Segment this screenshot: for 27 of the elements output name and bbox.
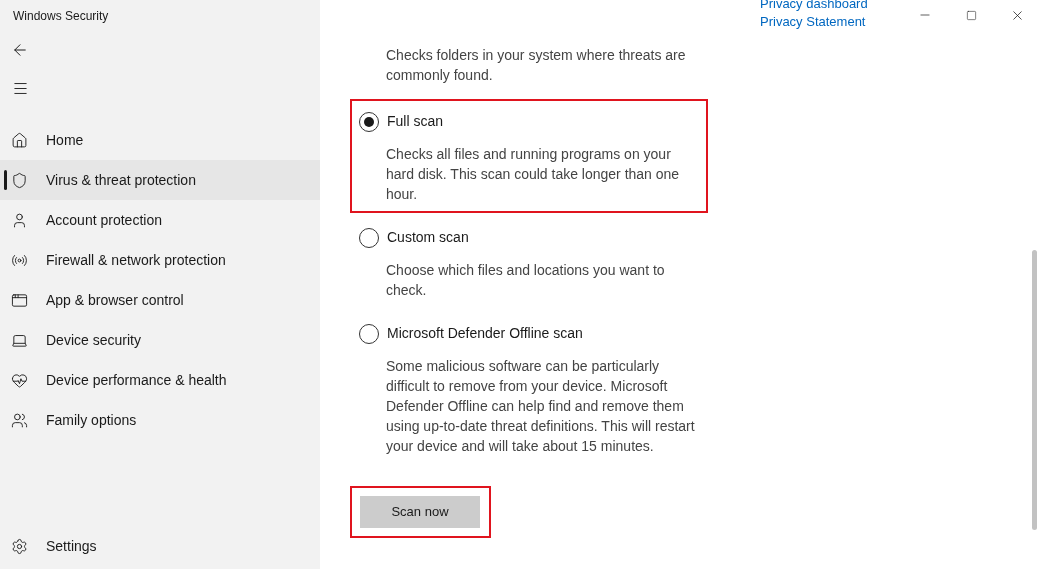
people-icon [11,411,28,429]
window-icon [11,291,28,309]
heart-pulse-icon [11,371,28,389]
settings-icon [11,537,28,555]
radio-option[interactable]: Custom scan [359,227,699,248]
option-description: Checks all files and running programs on your hard disk. This scan could take longer than one hour. [385,145,681,204]
privacy-link[interactable]: Privacy Statement [760,12,868,32]
home-icon [11,131,28,149]
person-icon [11,211,28,229]
nav-item[interactable]: Device performance & health [0,360,320,400]
option-description: Choose which files and locations you want to check. [385,261,666,300]
option-description: Some malicious software can be particularly difficult to remove from your device. Microsoft Defender Offline can help find and remove them using up-to-date threat definitions. This will restart your device and will take about 15 minutes. [385,357,696,456]
maximize-icon [965,9,977,21]
shield-icon [11,171,28,189]
radio-option[interactable]: Full scan [359,111,699,132]
nav-item[interactable]: App & browser control [0,280,320,320]
nav-item[interactable]: Firewall & network protection [0,240,320,280]
nav-item[interactable]: Family options [0,400,320,440]
window-title: Windows Security [13,8,109,25]
nav-item[interactable]: Device security [0,320,320,360]
nav-item[interactable]: Virus & threat protection [0,160,320,200]
settings-nav-item[interactable]: Settings [0,526,320,566]
nav-item[interactable]: Home [0,120,320,160]
nav-item[interactable]: Account protection [0,200,320,240]
radio-option[interactable]: Microsoft Defender Offline scan [359,323,699,344]
scan-description: Checks folders in your system where threats are commonly found. [386,46,687,85]
scan-now-button[interactable]: Scan now [360,496,480,528]
